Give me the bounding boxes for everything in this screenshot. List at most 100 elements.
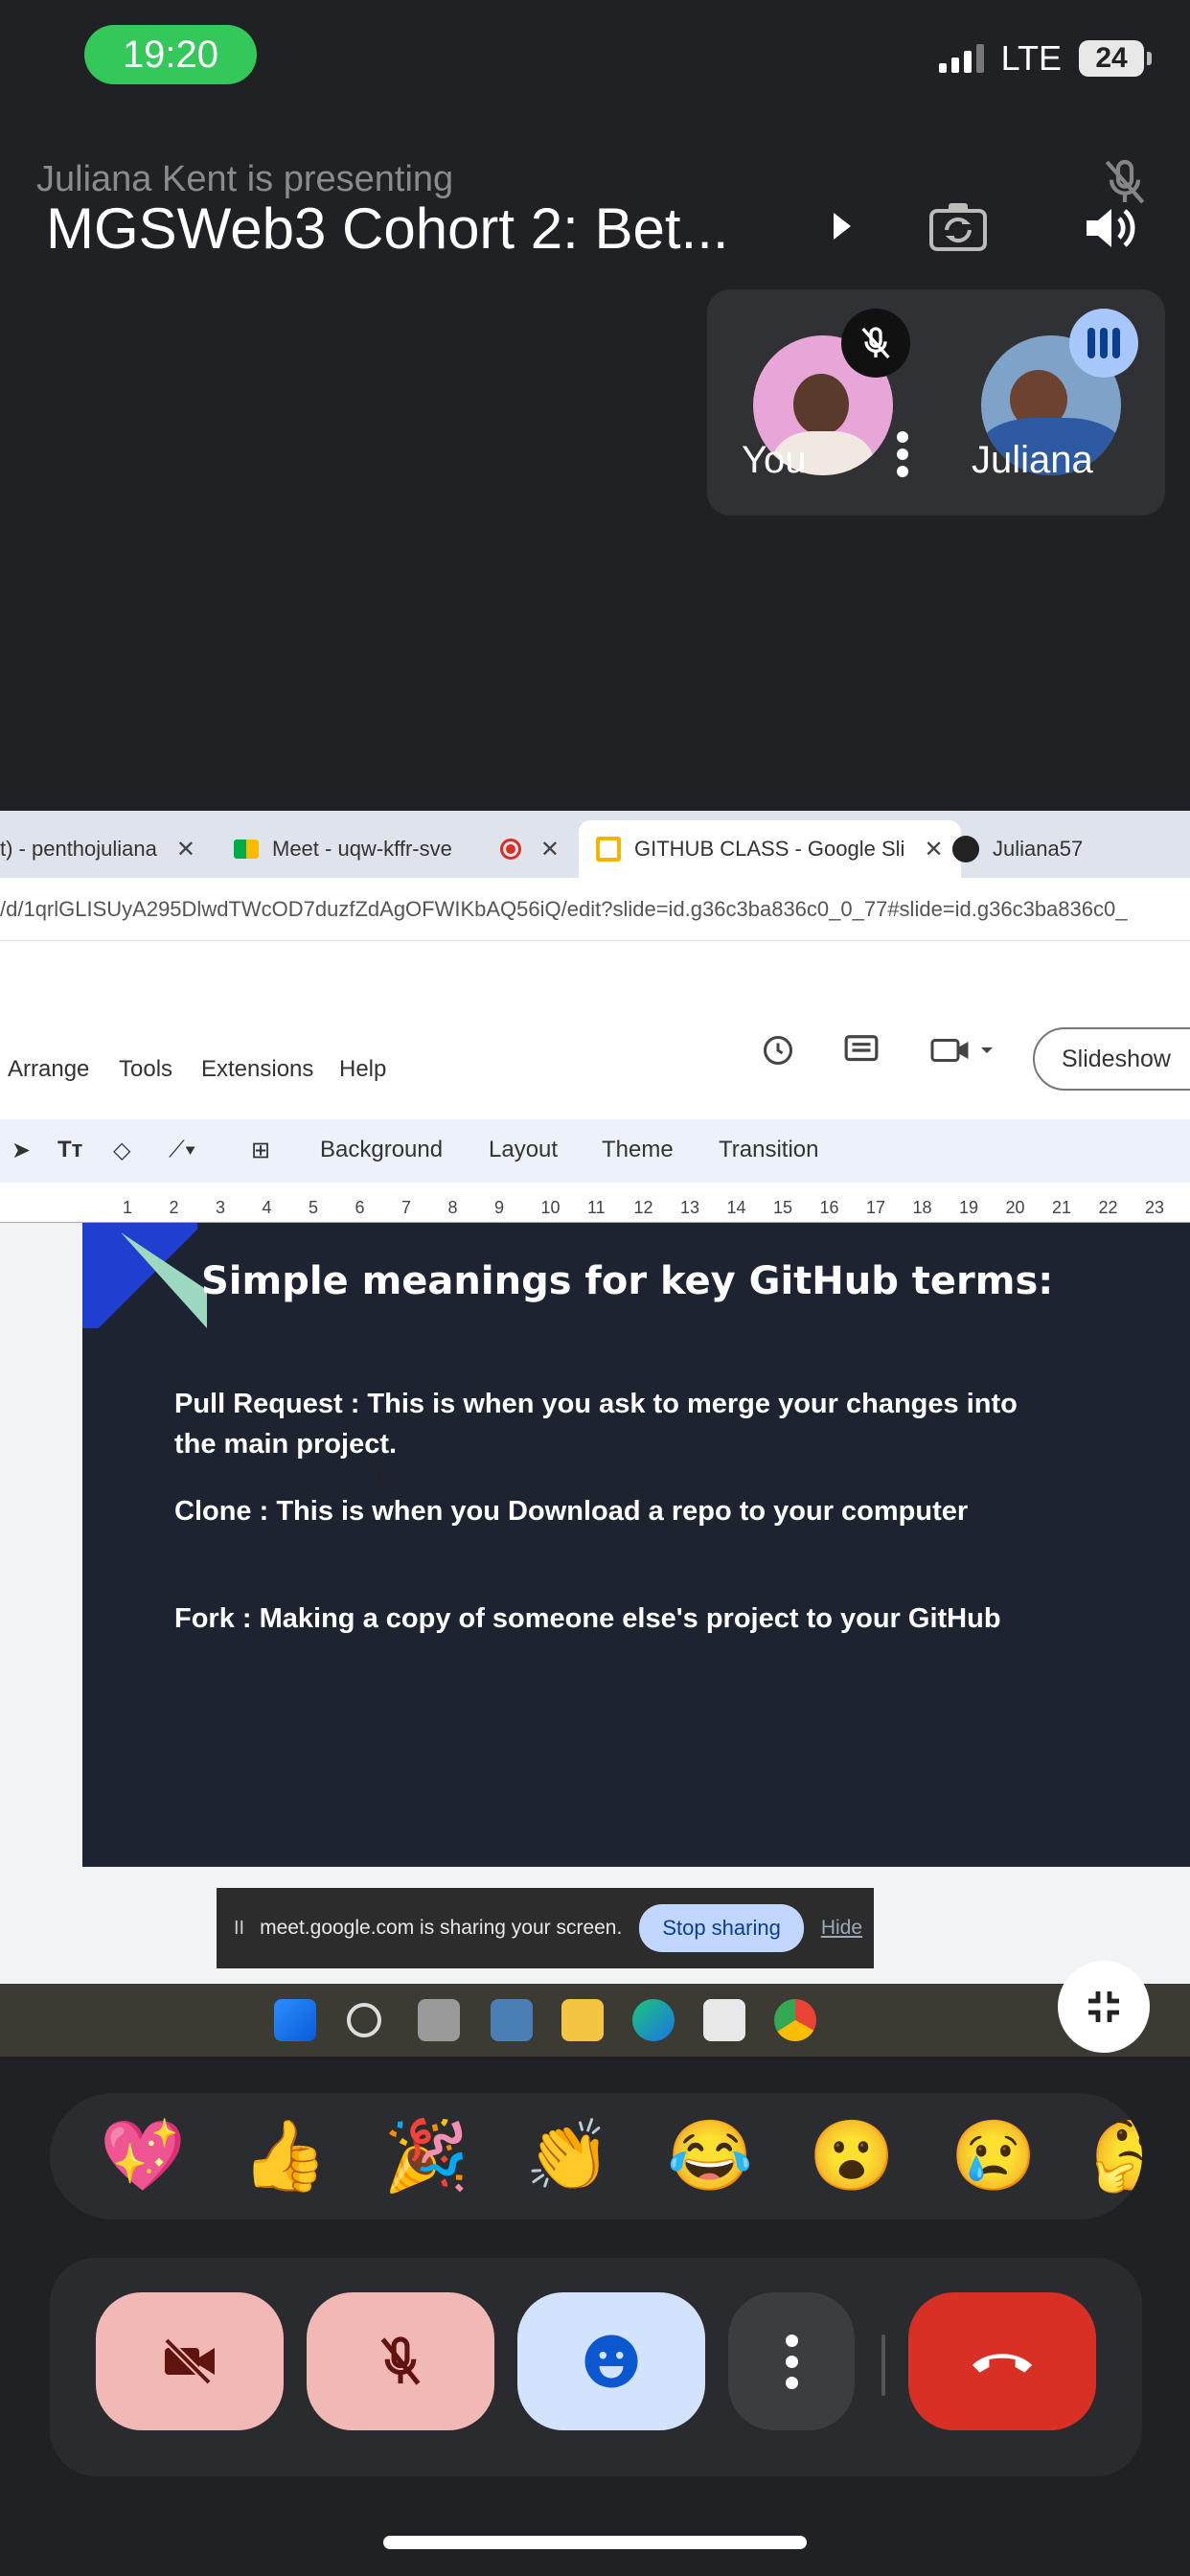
hide-link[interactable]: Hide: [821, 1917, 862, 1940]
camera-toggle-button[interactable]: [96, 2292, 284, 2430]
slides-icon: [596, 837, 621, 862]
ruler-tick: 4: [262, 1198, 272, 1217]
browser-tab[interactable]: t) - penthojuliana ✕: [0, 820, 195, 878]
signal-icon: [938, 44, 984, 73]
divider: [881, 2334, 885, 2396]
ruler-tick: 18: [912, 1198, 932, 1217]
task-view-icon[interactable]: [418, 1999, 460, 2041]
meeting-title[interactable]: MGSWeb3 Cohort 2: Bet...: [46, 196, 729, 262]
file-explorer-icon[interactable]: [561, 1999, 604, 2041]
ruler-tick: 9: [494, 1198, 505, 1217]
ruler-tick: 5: [309, 1198, 319, 1217]
tab-label: GITHUB CLASS - Google Sli: [634, 837, 905, 861]
ruler-tick: 14: [726, 1198, 746, 1217]
switch-camera-icon[interactable]: [927, 199, 989, 258]
reactions-button[interactable]: [517, 2292, 705, 2430]
more-options-icon[interactable]: [897, 431, 908, 477]
ruler-tick: 11: [587, 1198, 606, 1217]
select-tool-icon[interactable]: ➤: [11, 1137, 31, 1164]
browser-tab[interactable]: Meet - uqw-kffr-sve ✕: [234, 820, 560, 878]
mic-toggle-button[interactable]: [307, 2292, 494, 2430]
reaction-sad[interactable]: 😢: [950, 2114, 1037, 2198]
stop-sharing-button[interactable]: Stop sharing: [639, 1904, 804, 1952]
reaction-clap[interactable]: 👏: [525, 2114, 611, 2198]
ruler-tick: 12: [633, 1198, 653, 1217]
widgets-icon[interactable]: [491, 1999, 533, 2041]
windows-start-icon[interactable]: [274, 1999, 316, 2041]
edge-icon[interactable]: [632, 1999, 675, 2041]
version-history-icon[interactable]: [761, 1033, 795, 1072]
participant-name-you: You: [742, 439, 807, 481]
ruler-tick: 17: [866, 1198, 886, 1217]
speaker-icon[interactable]: [1081, 201, 1140, 260]
share-notice: meet.google.com is sharing your screen.: [260, 1917, 623, 1939]
end-call-button[interactable]: [908, 2292, 1096, 2430]
participants-tile: You Juliana: [707, 289, 1165, 516]
browser-tab-active[interactable]: GITHUB CLASS - Google Sli ✕: [579, 820, 961, 878]
add-comment-icon[interactable]: ⊞: [251, 1137, 270, 1164]
tab-label: Juliana57: [993, 837, 1084, 861]
menu-item[interactable]: Help: [339, 1056, 386, 1083]
text-tool-icon[interactable]: Tт: [57, 1137, 82, 1163]
close-icon[interactable]: ✕: [540, 836, 560, 863]
screen-share-bar: II meet.google.com is sharing your scree…: [217, 1888, 874, 1968]
slide[interactable]: Simple meanings for key GitHub terms: Pu…: [82, 1223, 1190, 1867]
slideshow-button[interactable]: Slideshow: [1033, 1027, 1190, 1091]
emoji-icon: [584, 2334, 638, 2388]
text-cursor-icon: I: [370, 1459, 388, 1492]
reactions-bar: 💖 👍 🎉 👏 😂 😮 😢 🤔: [50, 2093, 1142, 2220]
toolbar-transition[interactable]: Transition: [719, 1137, 818, 1163]
presenting-label: Juliana Kent is presenting: [36, 159, 454, 199]
menu-item[interactable]: Extensions: [201, 1056, 313, 1083]
shape-tool-icon[interactable]: ◇: [113, 1137, 130, 1164]
more-options-button[interactable]: [728, 2292, 855, 2430]
reaction-thumbs-up[interactable]: 👍: [241, 2114, 328, 2198]
more-vert-icon: [785, 2334, 798, 2389]
ruler-tick: 19: [959, 1198, 979, 1217]
ruler-tick: 7: [401, 1198, 412, 1217]
exit-fullscreen-button[interactable]: [1058, 1961, 1150, 2053]
reaction-party[interactable]: 🎉: [383, 2114, 469, 2198]
status-time: 19:20: [84, 25, 257, 84]
toolbar-background[interactable]: Background: [320, 1137, 443, 1163]
reaction-surprised[interactable]: 😮: [809, 2114, 895, 2198]
line-tool-icon[interactable]: ⟋▾: [169, 1137, 196, 1163]
ruler-tick: 16: [819, 1198, 839, 1217]
meet-icon: [234, 840, 259, 859]
slides-toolbar: ➤ Tт ◇ ⟋▾ ⊞ Background Layout Theme Tran…: [0, 1119, 1190, 1183]
browser-tab[interactable]: Juliana57: [952, 820, 1083, 878]
ruler-tick: 21: [1052, 1198, 1072, 1217]
github-icon: [952, 836, 979, 862]
ruler: 1 2 3 4 5 6 7 8 9 10 11 12 13 14 15 16 17 18 19 20 21 22 23: [0, 1198, 1190, 1223]
camera-off-icon: [164, 2337, 215, 2385]
reaction-heart[interactable]: 💖: [100, 2114, 186, 2198]
slide-text-line: Pull Request : This is when you ask to m…: [174, 1389, 1018, 1460]
windows-taskbar: [0, 1984, 1190, 2057]
ruler-tick: 6: [355, 1198, 365, 1217]
toolbar-layout[interactable]: Layout: [489, 1137, 558, 1163]
slide-text-line: Clone : This is when you Download a repo…: [174, 1496, 969, 1527]
speaking-indicator-icon: [1069, 309, 1138, 378]
call-controls: [50, 2258, 1142, 2476]
comment-icon[interactable]: [843, 1033, 880, 1072]
search-icon[interactable]: [347, 2003, 381, 2037]
chrome-icon[interactable]: [774, 1999, 816, 2041]
chevron-right-icon[interactable]: [834, 213, 851, 240]
close-icon[interactable]: ✕: [176, 836, 195, 863]
close-icon[interactable]: ✕: [924, 836, 943, 863]
ruler-tick: 15: [773, 1198, 793, 1217]
ruler-tick: 22: [1098, 1198, 1118, 1217]
reaction-laugh[interactable]: 😂: [667, 2114, 753, 2198]
reaction-thinking[interactable]: 🤔: [1090, 2114, 1142, 2198]
mic-off-icon: [841, 309, 910, 378]
collapse-icon: [1088, 1991, 1119, 2022]
home-indicator[interactable]: [383, 2536, 807, 2549]
shared-screen[interactable]: t) - penthojuliana ✕ Meet - uqw-kffr-sve…: [0, 811, 1190, 2057]
menu-item[interactable]: Arrange: [8, 1056, 89, 1083]
toolbar-theme[interactable]: Theme: [602, 1137, 674, 1163]
store-icon[interactable]: [703, 1999, 745, 2041]
video-call-icon[interactable]: [929, 1033, 993, 1072]
ruler-tick: 8: [447, 1198, 458, 1217]
menu-item[interactable]: Tools: [119, 1056, 172, 1083]
address-bar[interactable]: /d/1qrlGLISUyA295DlwdTWcOD7duzfZdAgOFWIK…: [0, 878, 1190, 941]
